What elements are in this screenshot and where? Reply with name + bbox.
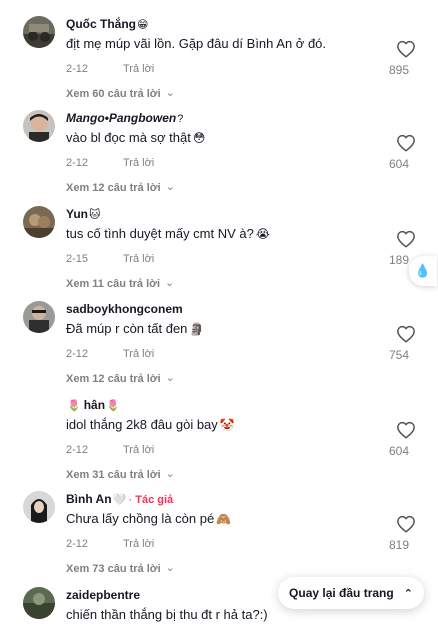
chevron-down-icon: ⌄	[165, 372, 175, 384]
avatar[interactable]	[23, 301, 55, 333]
comment-item: 🌷 hân🌷 idol thắng 2k8 đâu gòi bay 🤡 2-12 T…	[0, 397, 438, 492]
reply-button[interactable]: Trả lời	[123, 253, 154, 265]
chevron-down-icon: ⌄	[165, 468, 175, 480]
comment-text: idol thắng 2k8 đâu gòi bay 🤡	[66, 417, 235, 432]
like-count: 819	[388, 538, 410, 552]
heart-outline-icon[interactable]	[396, 40, 416, 58]
comment-item: Mango•Pangbowen? vào bl đọc mà sợ thật 😳 …	[0, 110, 438, 205]
avatar[interactable]	[23, 16, 55, 48]
heart-outline-icon[interactable]	[396, 230, 416, 248]
comment-username[interactable]: Mango•Pangbowen?	[66, 111, 183, 125]
heart-outline-icon[interactable]	[396, 515, 416, 533]
avatar[interactable]	[23, 110, 55, 142]
reply-button[interactable]: Trả lời	[123, 63, 154, 75]
comment-item: Quốc Thắng😁 địt mẹ múp vãi lồn. Gặp đâu …	[0, 16, 438, 111]
chevron-up-icon: ⌃	[403, 587, 413, 600]
reply-button[interactable]: Trả lời	[123, 157, 154, 169]
comment-item: sadboykhongconem Đã múp r còn tất đen 🗿 2…	[0, 301, 438, 396]
like-count: 604	[388, 157, 410, 171]
comment-date: 2-12	[66, 348, 89, 360]
view-replies-button[interactable]: Xem 11 câu trả lời ⌄	[66, 277, 174, 290]
avatar[interactable]	[23, 587, 55, 619]
back-to-top-label: Quay lại đầu trang	[289, 586, 394, 600]
comment-username[interactable]: sadboykhongconem	[66, 302, 183, 316]
view-replies-button[interactable]: Xem 73 câu trả lời ⌄	[66, 562, 175, 575]
droplets-icon: 💧	[414, 263, 432, 278]
avatar[interactable]	[23, 491, 55, 523]
reply-button[interactable]: Trả lời	[123, 444, 154, 456]
comment-date: 2-12	[66, 63, 89, 75]
comment-item: Yun🐱 tus cố tình duyệt mấy cmt NV à? 😭 2-…	[0, 206, 438, 301]
view-replies-button[interactable]: Xem 31 câu trả lời ⌄	[66, 468, 175, 481]
comment-date: 2-12	[66, 538, 89, 550]
like-count: 754	[388, 348, 410, 362]
heart-outline-icon[interactable]	[396, 421, 416, 439]
comment-date: 2-12	[66, 157, 89, 169]
heart-outline-icon[interactable]	[396, 325, 416, 343]
like-count: 604	[388, 444, 410, 458]
comment-text: Đã múp r còn tất đen 🗿	[66, 321, 205, 336]
comment-text: địt mẹ múp vãi lồn. Gặp đâu dí Bình An ở…	[66, 36, 327, 51]
reply-button[interactable]: Trả lời	[123, 348, 154, 360]
comment-username[interactable]: Bình An🤍 · Tác giả	[66, 492, 173, 506]
heart-outline-icon[interactable]	[396, 134, 416, 152]
chevron-down-icon: ⌄	[165, 87, 175, 99]
view-replies-button[interactable]: Xem 12 câu trả lời ⌄	[66, 181, 175, 194]
comment-username[interactable]: 🌷 hân🌷	[66, 398, 120, 412]
comment-text: chiến thần thắng bị thu đt r hả ta?:)	[66, 607, 268, 622]
comment-text: vào bl đọc mà sợ thật 😳	[66, 130, 206, 145]
comment-username[interactable]: zaidepbentre	[66, 588, 140, 602]
chevron-down-icon: ⌄	[165, 181, 175, 193]
comment-username[interactable]: Yun🐱	[66, 207, 100, 221]
like-count: 895	[388, 63, 410, 77]
comment-text: Chưa lấy chồng là còn pé 🙈	[66, 511, 232, 526]
comment-text: tus cố tình duyệt mấy cmt NV à? 😭	[66, 226, 270, 241]
side-floating-button[interactable]: 💧	[409, 256, 437, 286]
chevron-down-icon: ⌄	[165, 277, 175, 289]
comment-username[interactable]: Quốc Thắng😁	[66, 17, 148, 31]
back-to-top-button[interactable]: Quay lại đầu trang ⌃	[278, 577, 424, 609]
view-replies-button[interactable]: Xem 12 câu trả lời ⌄	[66, 372, 175, 385]
avatar[interactable]	[23, 206, 55, 238]
chevron-down-icon: ⌄	[165, 562, 175, 574]
comment-date: 2-12	[66, 444, 89, 456]
author-badge: Tác giả	[135, 494, 174, 506]
comment-item: Bình An🤍 · Tác giả Chưa lấy chồng là còn p…	[0, 491, 438, 586]
comment-date: 2-15	[66, 253, 89, 265]
view-replies-button[interactable]: Xem 60 câu trả lời ⌄	[66, 87, 175, 100]
reply-button[interactable]: Trả lời	[123, 538, 154, 550]
